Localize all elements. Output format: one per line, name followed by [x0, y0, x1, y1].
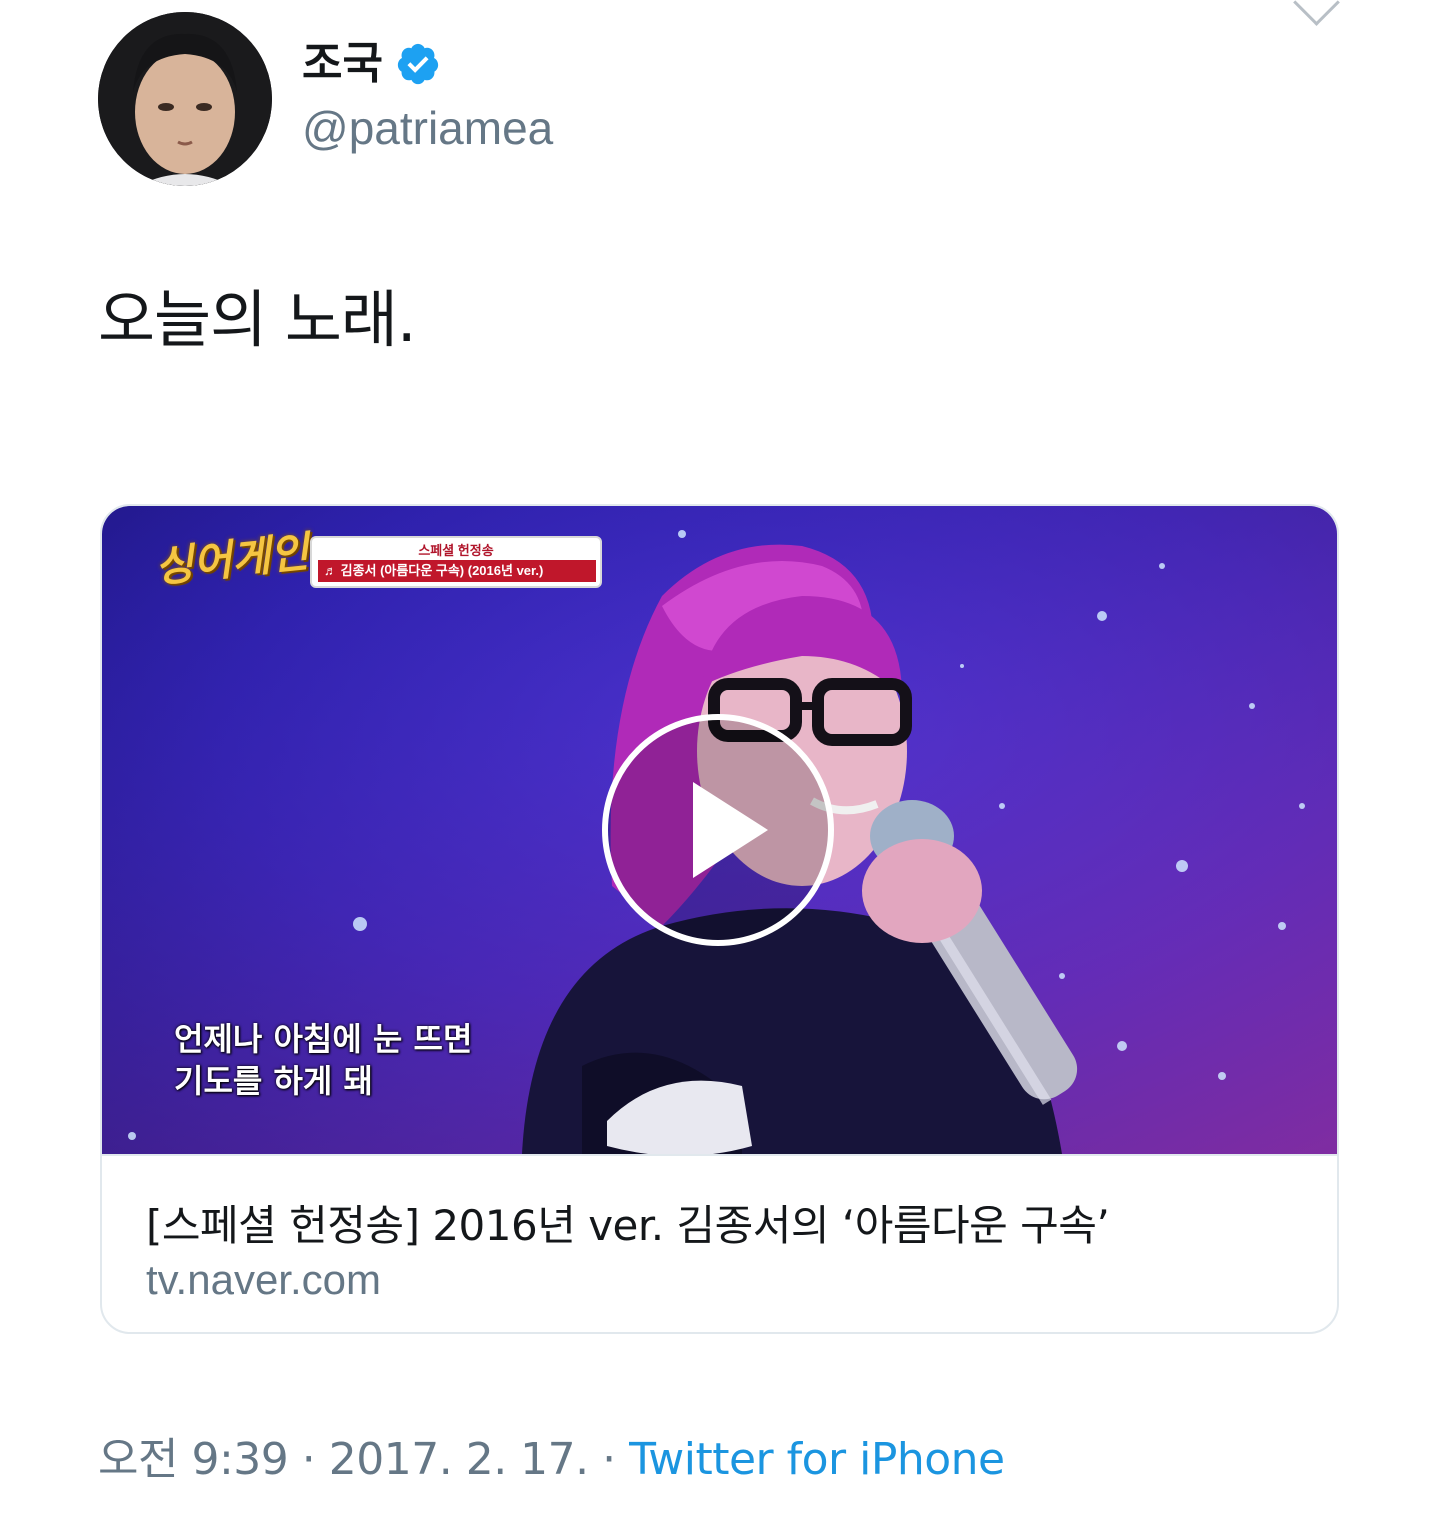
- avatar[interactable]: [98, 12, 272, 186]
- link-card[interactable]: 싱어게인 스페셜 헌정송 ♬ 김종서 (아름다운 구속) (2016년 ver.…: [100, 504, 1339, 1334]
- card-info[interactable]: [스페셜 헌정송] 2016년 ver. 김종서의 ‘아름다운 구속’ tv.n…: [102, 1154, 1337, 1332]
- video-thumbnail[interactable]: 싱어게인 스페셜 헌정송 ♬ 김종서 (아름다운 구속) (2016년 ver.…: [102, 506, 1337, 1154]
- tweet-source-link[interactable]: Twitter for iPhone: [629, 1434, 1005, 1485]
- user-name-row[interactable]: 조국: [302, 34, 441, 94]
- tweet-date[interactable]: 2017. 2. 17.: [329, 1434, 589, 1485]
- user-handle[interactable]: @patriamea: [302, 98, 553, 158]
- play-button[interactable]: [602, 714, 834, 946]
- badge-top-text: 스페셜 헌정송: [418, 543, 494, 558]
- song-badge: 스페셜 헌정송 ♬ 김종서 (아름다운 구속) (2016년 ver.): [310, 536, 602, 588]
- tweet-text: 오늘의 노래.: [98, 283, 417, 356]
- play-icon: [693, 782, 768, 878]
- verified-badge-icon: [397, 43, 439, 85]
- tweet-meta: 오전 9:39 · 2017. 2. 17. · Twitter for iPh…: [98, 1432, 1005, 1488]
- meta-separator: ·: [602, 1434, 616, 1485]
- display-name[interactable]: 조국: [302, 34, 383, 94]
- card-domain: tv.naver.com: [146, 1256, 381, 1303]
- meta-separator: ·: [301, 1434, 316, 1485]
- badge-bottom-text: ♬ 김종서 (아름다운 구속) (2016년 ver.): [318, 560, 596, 582]
- subtitle-line-1: 언제나 아침에 눈 뜨면: [174, 1020, 473, 1058]
- video-subtitle: 언제나 아침에 눈 뜨면 기도를 하게 돼: [174, 1018, 472, 1102]
- subtitle-line-2: 기도를 하게 돼: [174, 1062, 373, 1100]
- tweet-time[interactable]: 오전 9:39: [98, 1434, 289, 1485]
- chevron-down-icon[interactable]: [1293, 0, 1340, 26]
- card-title[interactable]: [스페셜 헌정송] 2016년 ver. 김종서의 ‘아름다운 구속’: [146, 1192, 1110, 1253]
